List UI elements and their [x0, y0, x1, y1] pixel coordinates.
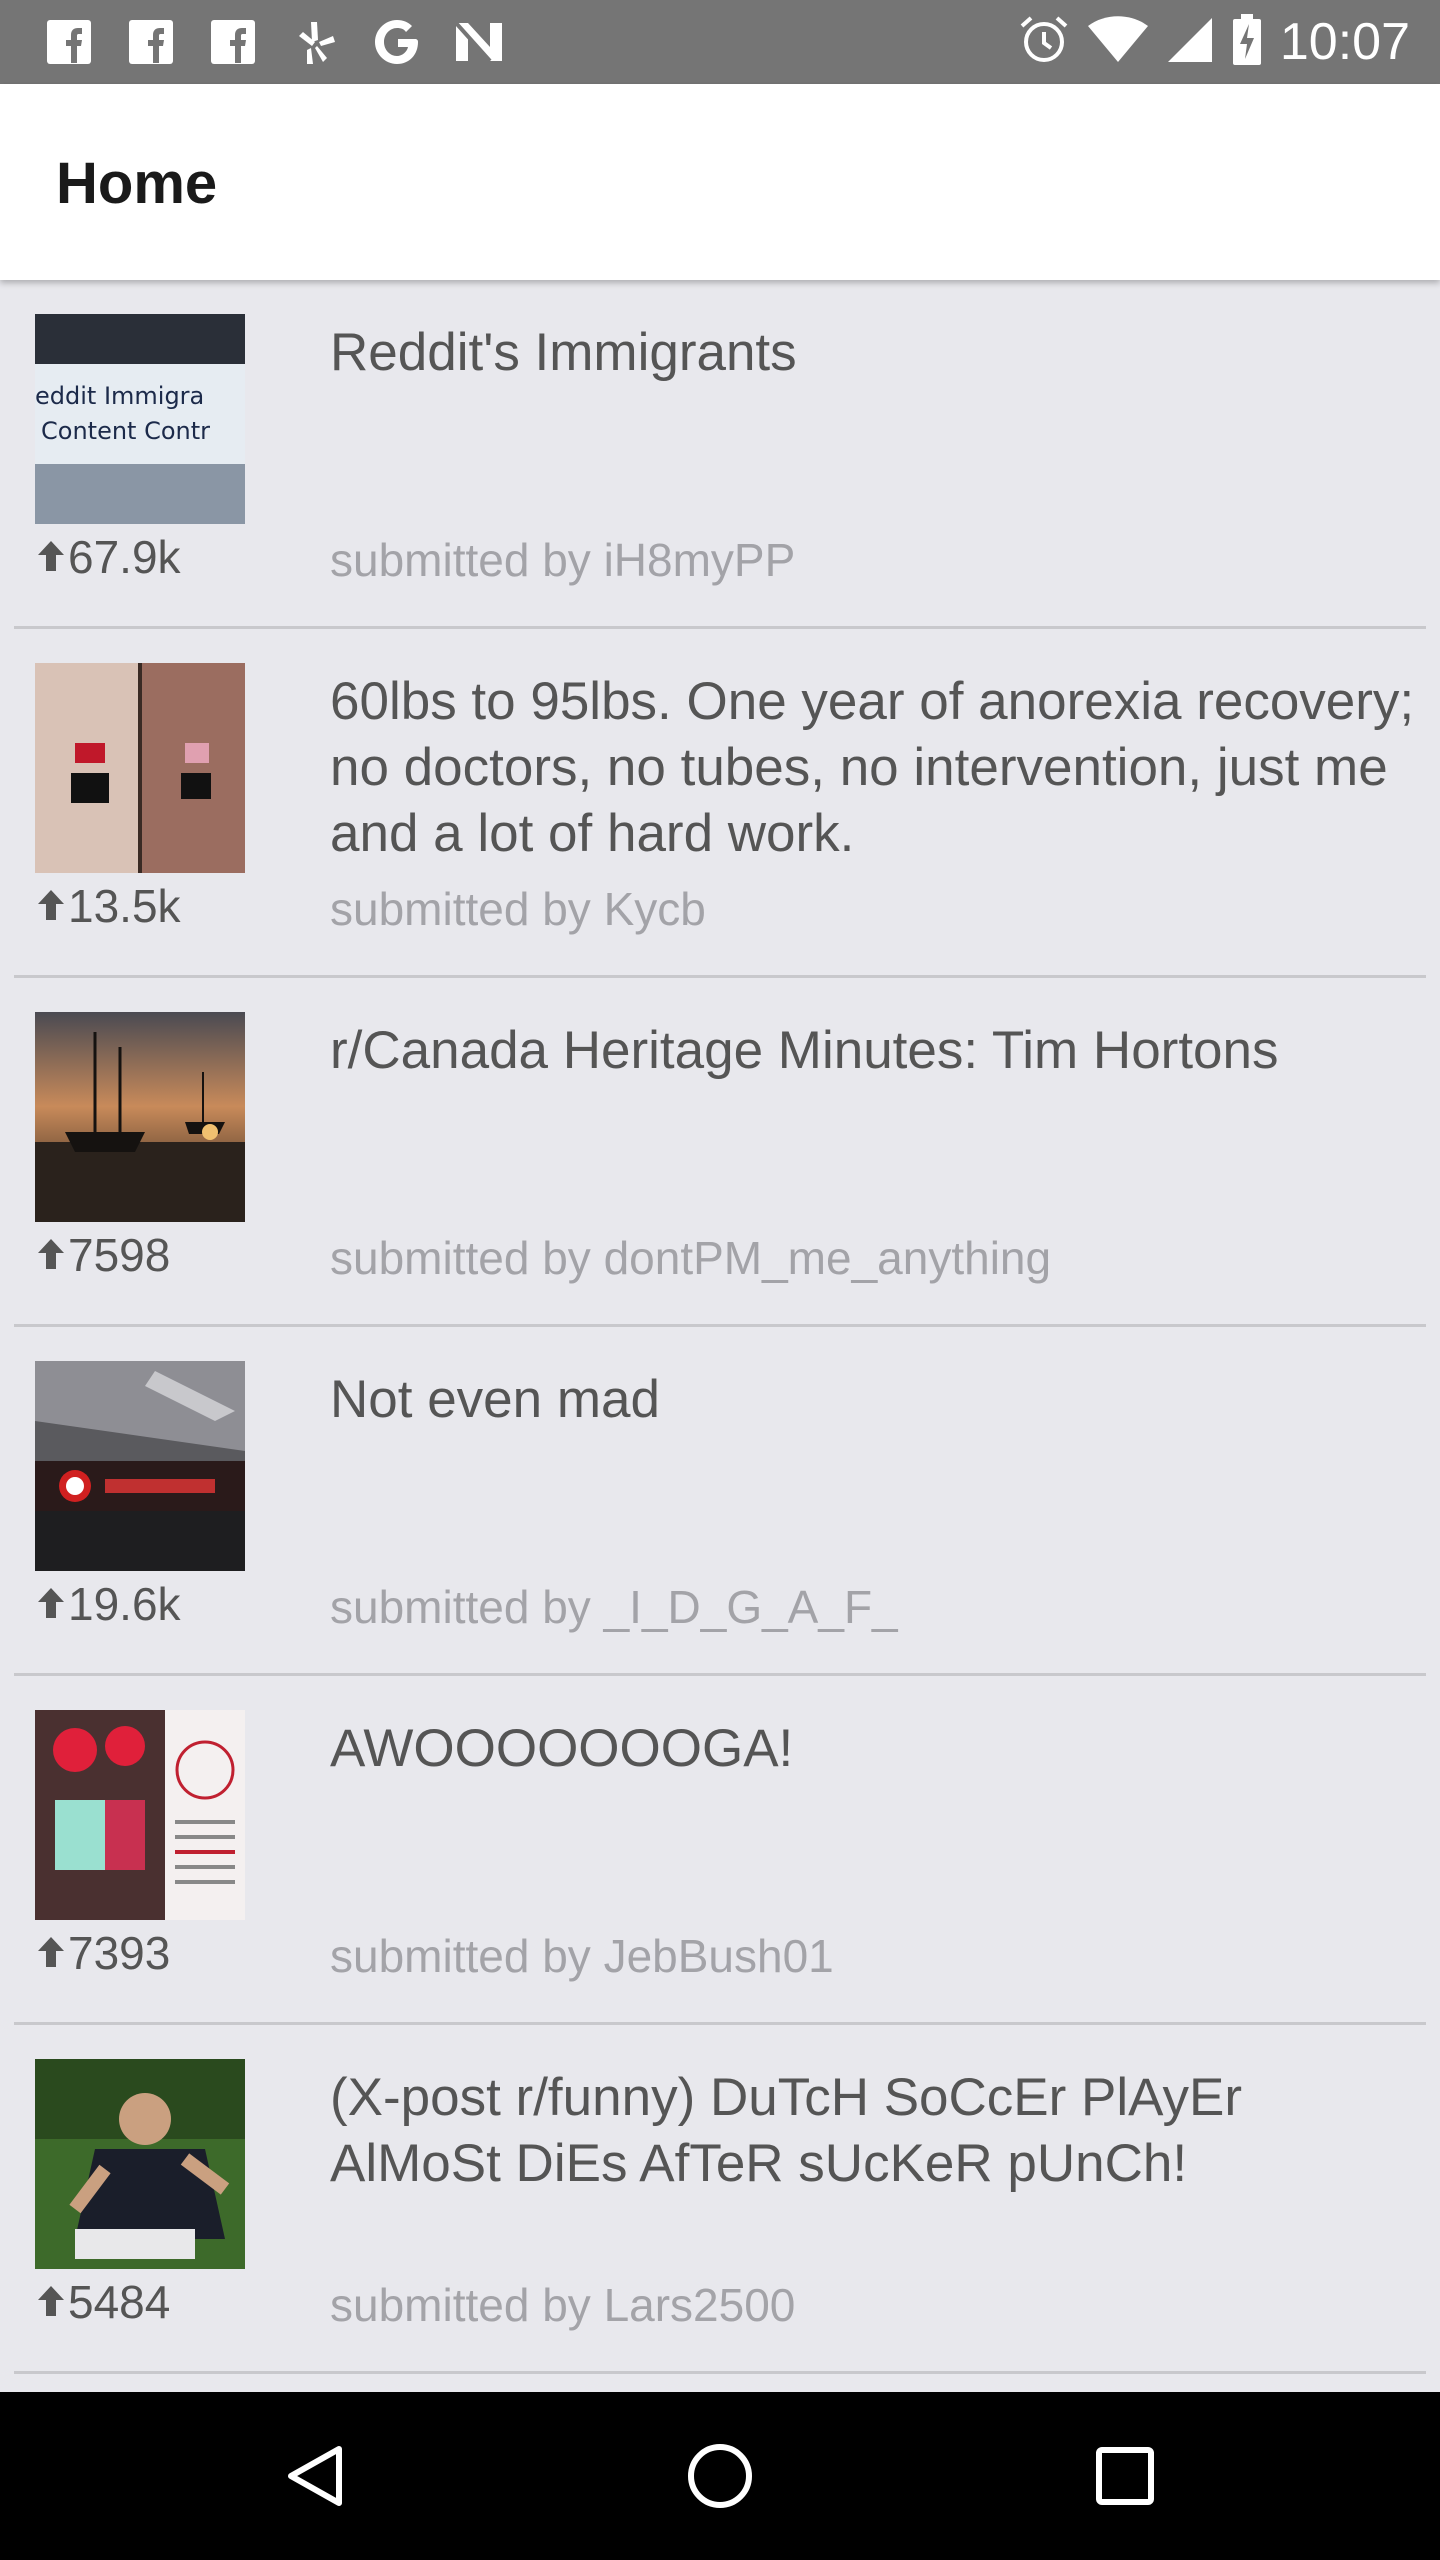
post-title[interactable]: Reddit's Immigrants	[330, 320, 1420, 386]
n-app-icon	[450, 14, 508, 70]
back-icon[interactable]	[273, 2434, 357, 2518]
post-title[interactable]: r/Canada Heritage Minutes: Tim Hortons	[330, 1018, 1420, 1084]
upvote-arrow-icon[interactable]	[36, 530, 68, 584]
post-thumbnail[interactable]	[35, 1361, 245, 1571]
system-status: 10:07	[1018, 10, 1410, 74]
post-byline: submitted by JebBush01	[330, 1930, 834, 1982]
score-value: 7393	[68, 1927, 171, 1979]
facebook-icon	[122, 14, 180, 70]
recents-icon[interactable]	[1083, 2434, 1167, 2518]
post-thumbnail[interactable]	[35, 1710, 245, 1920]
post-feed[interactable]: eddit Immigra Content Contr 67.9k Reddit…	[0, 280, 1440, 2390]
facebook-icon	[40, 14, 98, 70]
post-byline: submitted by Kycb	[330, 883, 706, 935]
page-title: Home	[56, 151, 218, 216]
svg-text:Content Contr: Content Contr	[41, 417, 210, 445]
post-item[interactable]: 7393 AWOOOOOOOGA! submitted by JebBush01	[14, 1676, 1426, 2025]
svg-text:eddit Immigra: eddit Immigra	[35, 382, 204, 410]
upvote-score: 67.9k	[36, 530, 181, 584]
score-value: 13.5k	[68, 880, 181, 932]
score-value: 7598	[68, 1229, 171, 1281]
google-icon	[368, 14, 426, 70]
post-thumbnail[interactable]	[35, 2059, 245, 2269]
wifi-icon	[1087, 15, 1148, 69]
post-byline: submitted by iH8myPP	[330, 534, 796, 586]
score-value: 67.9k	[68, 531, 181, 583]
upvote-arrow-icon[interactable]	[36, 1228, 68, 1282]
post-item[interactable]: 5484 (X-post r/funny) DuTcH SoCcEr PlAyE…	[14, 2025, 1426, 2374]
app-bar: Home	[0, 84, 1440, 280]
upvote-score: 19.6k	[36, 1577, 181, 1631]
signal-icon	[1166, 16, 1214, 69]
score-value: 5484	[68, 2276, 171, 2328]
post-item[interactable]: 19.6k Not even mad submitted by _I_D_G_A…	[14, 1327, 1426, 1676]
yelp-icon	[286, 14, 344, 70]
score-value: 19.6k	[68, 1578, 181, 1630]
status-bar: 10:07	[0, 0, 1440, 84]
post-title[interactable]: Not even mad	[330, 1367, 1420, 1433]
upvote-arrow-icon[interactable]	[36, 2275, 68, 2329]
upvote-arrow-icon[interactable]	[36, 1577, 68, 1631]
facebook-icon	[204, 14, 262, 70]
post-byline: submitted by dontPM_me_anything	[330, 1232, 1052, 1284]
upvote-arrow-icon[interactable]	[36, 1926, 68, 1980]
upvote-score: 5484	[36, 2275, 170, 2329]
post-byline: submitted by Lars2500	[330, 2279, 796, 2331]
upvote-arrow-icon[interactable]	[36, 879, 68, 933]
post-thumbnail[interactable]	[35, 663, 245, 873]
clock: 10:07	[1279, 13, 1410, 71]
upvote-score: 7598	[36, 1228, 170, 1282]
battery-charging-icon	[1232, 13, 1262, 71]
post-title[interactable]: 60lbs to 95lbs. One year of anorexia rec…	[330, 669, 1420, 867]
post-item[interactable]: 13.5k 60lbs to 95lbs. One year of anorex…	[14, 629, 1426, 978]
post-thumbnail[interactable]: eddit Immigra Content Contr	[35, 314, 245, 524]
post-thumbnail[interactable]	[35, 1012, 245, 1222]
post-title[interactable]: AWOOOOOOOGA!	[330, 1716, 1420, 1782]
upvote-score: 7393	[36, 1926, 170, 1980]
home-icon[interactable]	[678, 2434, 762, 2518]
notification-icons	[40, 14, 508, 70]
post-item[interactable]: eddit Immigra Content Contr 67.9k Reddit…	[14, 280, 1426, 629]
alarm-icon	[1018, 14, 1070, 71]
post-item[interactable]: 7598 r/Canada Heritage Minutes: Tim Hort…	[14, 978, 1426, 1327]
post-title[interactable]: (X-post r/funny) DuTcH SoCcEr PlAyEr AlM…	[330, 2065, 1420, 2197]
navigation-bar	[0, 2392, 1440, 2560]
post-byline: submitted by _I_D_G_A_F_	[330, 1581, 898, 1633]
upvote-score: 13.5k	[36, 879, 181, 933]
